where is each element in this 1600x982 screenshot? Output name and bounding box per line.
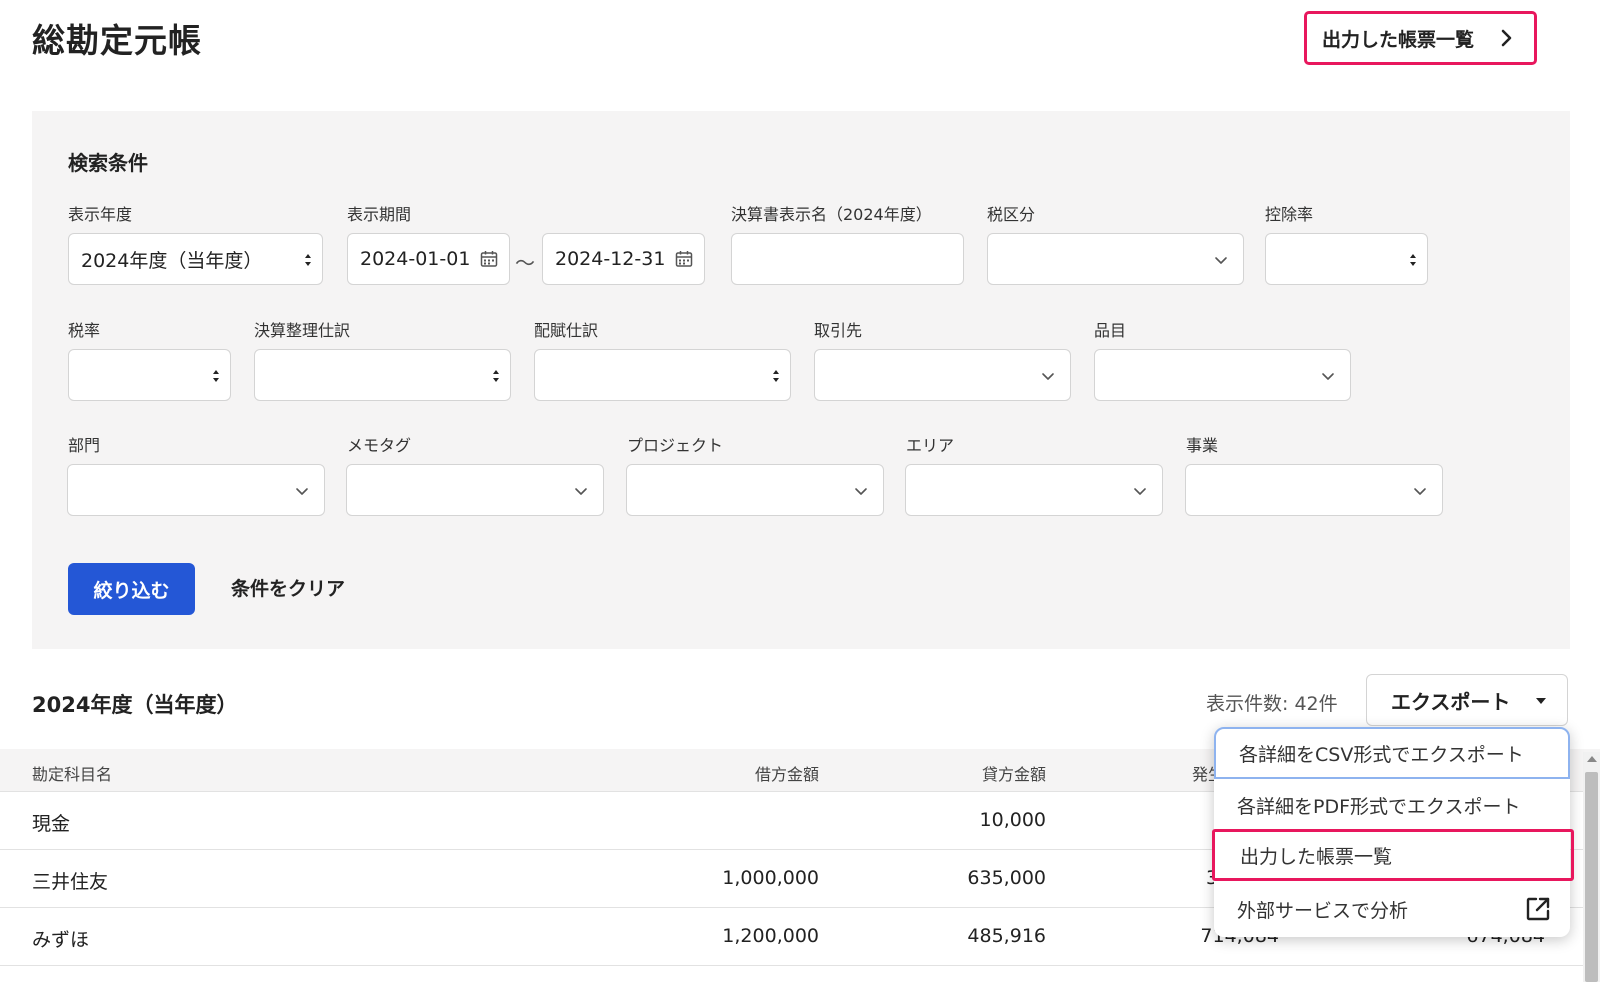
select-arrows-icon [493, 370, 499, 382]
chevron-down-icon [1134, 488, 1146, 495]
chevron-down-icon [1414, 488, 1426, 495]
account-name-cell[interactable]: 現金 [32, 809, 70, 836]
project-select[interactable] [626, 464, 884, 516]
closing-entries-label: 決算整理仕訳 [254, 321, 351, 340]
page-title: 総勘定元帳 [32, 21, 202, 60]
fiscal-year-select[interactable]: 2024年度（当年度） [68, 233, 323, 285]
closing-entries-select[interactable] [254, 349, 511, 401]
scrollbar-thumb[interactable] [1585, 772, 1598, 982]
column-header-account[interactable]: 勘定科目名 [32, 761, 112, 785]
export-button[interactable]: エクスポート [1366, 674, 1568, 726]
export-csv-label: 各詳細をCSV形式でエクスポート [1239, 743, 1524, 766]
output-reports-button-label: 出力した帳票一覧 [1322, 28, 1475, 51]
calendar-icon[interactable] [674, 249, 694, 269]
deduction-rate-select[interactable] [1265, 233, 1428, 285]
business-select[interactable] [1185, 464, 1443, 516]
export-button-label: エクスポート [1391, 689, 1511, 714]
area-select[interactable] [905, 464, 1163, 516]
account-name-cell[interactable]: 三井住友 [32, 867, 108, 894]
export-pdf-menu-item[interactable]: 各詳細をPDF形式でエクスポート [1214, 779, 1570, 831]
results-title: 2024年度（当年度） [32, 693, 238, 717]
department-select[interactable] [67, 464, 325, 516]
period-start-value: 2024-01-01 [360, 248, 471, 270]
chevron-right-icon [1501, 29, 1512, 47]
debit-cell: 1,000,000 [722, 867, 819, 889]
chevron-down-icon [1322, 373, 1334, 380]
period-end-input[interactable]: 2024-12-31 [542, 233, 705, 285]
column-header-credit[interactable]: 貸方金額 [982, 761, 1046, 785]
tax-category-select[interactable] [987, 233, 1244, 285]
scroll-up-arrow-icon[interactable] [1587, 756, 1597, 762]
calendar-icon[interactable] [479, 249, 499, 269]
fiscal-year-value: 2024年度（当年度） [81, 249, 263, 272]
debit-cell: 1,200,000 [722, 925, 819, 947]
item-label: 品目 [1094, 321, 1127, 340]
output-reports-button[interactable]: 出力した帳票一覧 [1304, 11, 1537, 65]
table-scrollbar[interactable] [1583, 752, 1600, 982]
period-end-value: 2024-12-31 [555, 248, 666, 270]
select-arrows-icon [213, 370, 219, 382]
export-pdf-label: 各詳細をPDF形式でエクスポート [1237, 795, 1521, 818]
caret-down-icon [1536, 698, 1546, 704]
result-count: 表示件数: 42件 [1206, 693, 1338, 715]
partner-label: 取引先 [814, 321, 863, 340]
select-arrows-icon [773, 370, 779, 382]
filter-button[interactable]: 絞り込む [68, 563, 195, 615]
period-start-input[interactable]: 2024-01-01 [347, 233, 510, 285]
project-label: プロジェクト [627, 436, 724, 455]
select-arrows-icon [305, 254, 311, 266]
export-csv-menu-item[interactable]: 各詳細をCSV形式でエクスポート [1214, 727, 1570, 779]
period-separator: 〜 [515, 251, 535, 275]
department-label: 部門 [68, 436, 101, 455]
allocation-entries-select[interactable] [534, 349, 791, 401]
chevron-down-icon [575, 488, 587, 495]
allocation-entries-label: 配賦仕訳 [534, 321, 599, 340]
chevron-down-icon [296, 488, 308, 495]
partner-select[interactable] [814, 349, 1071, 401]
credit-cell: 635,000 [967, 867, 1046, 889]
tax-rate-select[interactable] [68, 349, 231, 401]
tax-category-label: 税区分 [987, 205, 1036, 224]
credit-cell: 10,000 [979, 809, 1046, 831]
column-header-debit[interactable]: 借方金額 [755, 761, 819, 785]
item-select[interactable] [1094, 349, 1351, 401]
external-analysis-label: 外部サービスで分析 [1237, 899, 1409, 922]
memo-tag-select[interactable] [346, 464, 604, 516]
clear-conditions-button[interactable]: 条件をクリア [231, 574, 345, 601]
business-label: 事業 [1186, 436, 1219, 455]
fiscal-year-label: 表示年度 [68, 205, 133, 224]
statement-name-input[interactable] [731, 233, 964, 285]
chevron-down-icon [855, 488, 867, 495]
external-analysis-menu-item[interactable]: 外部サービスで分析 [1214, 883, 1570, 935]
memo-tag-label: メモタグ [347, 436, 412, 455]
account-name-cell[interactable]: みずほ [32, 925, 89, 952]
chevron-down-icon [1042, 373, 1054, 380]
select-arrows-icon [1410, 254, 1416, 266]
deduction-rate-label: 控除率 [1265, 205, 1314, 224]
general-ledger-page: 総勘定元帳 出力した帳票一覧 検索条件 表示年度 2024年度（当年度） 表示期… [0, 0, 1600, 982]
area-label: エリア [906, 436, 955, 455]
statement-name-label: 決算書表示名（2024年度） [731, 205, 932, 224]
search-conditions-title: 検索条件 [68, 151, 148, 175]
output-reports-menu-item[interactable]: 出力した帳票一覧 [1212, 829, 1574, 881]
chevron-down-icon [1215, 257, 1227, 264]
external-link-icon [1526, 897, 1550, 921]
tax-rate-label: 税率 [68, 321, 101, 340]
period-label: 表示期間 [347, 205, 412, 224]
output-reports-label: 出力した帳票一覧 [1240, 845, 1393, 868]
export-menu: 各詳細をCSV形式でエクスポート 各詳細をPDF形式でエクスポート 出力した帳票… [1212, 727, 1574, 937]
credit-cell: 485,916 [967, 925, 1046, 947]
